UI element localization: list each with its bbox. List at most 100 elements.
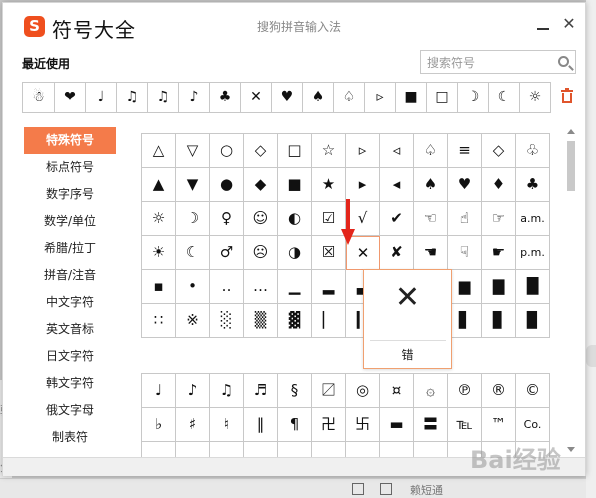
recent-symbol-cell[interactable]: ♫ [116, 83, 147, 112]
symbol-cell[interactable]: 卐 [346, 408, 380, 442]
symbol-cell[interactable]: ♫ [210, 374, 244, 408]
symbol-cell[interactable]: ¤ [380, 374, 414, 408]
symbol-cell[interactable]: ◎ [346, 374, 380, 408]
symbol-cell[interactable]: © [516, 374, 550, 408]
symbol-cell[interactable] [346, 442, 380, 457]
sidebar-item[interactable]: 俄文字母 [24, 397, 116, 424]
symbol-cell[interactable]: ♧ [516, 134, 550, 168]
search-box[interactable] [420, 50, 576, 74]
recent-symbol-cell[interactable]: ♣ [209, 83, 240, 112]
sidebar-item[interactable]: 韩文字符 [24, 370, 116, 397]
symbol-cell[interactable]: ▽ [176, 134, 210, 168]
symbol-cell[interactable]: a.m. [516, 202, 550, 236]
symbol-cell[interactable]: ♦ [482, 168, 516, 202]
symbol-cell[interactable]: ☚ [414, 236, 448, 270]
recent-symbol-cell[interactable]: ■ [395, 83, 426, 112]
symbol-cell[interactable]: ☀ [142, 236, 176, 270]
sidebar-item[interactable]: 希腊/拉丁 [24, 235, 116, 262]
sidebar-item[interactable]: 数字序号 [24, 181, 116, 208]
symbol-cell[interactable]: ☹ [244, 236, 278, 270]
symbol-cell[interactable]: ▒ [244, 304, 278, 338]
symbol-cell[interactable]: ♠ [414, 168, 448, 202]
close-button[interactable]: ✕ [560, 15, 578, 33]
symbol-cell[interactable]: █ [516, 270, 550, 304]
recent-symbol-cell[interactable]: ☼ [519, 83, 550, 112]
symbol-cell[interactable]: △ [142, 134, 176, 168]
symbol-cell[interactable]: • [176, 270, 210, 304]
symbol-cell[interactable]: ♯ [176, 408, 210, 442]
symbol-cell[interactable]: □ [278, 134, 312, 168]
recent-symbol-cell[interactable]: ❤ [54, 83, 85, 112]
symbol-cell[interactable]: ▇ [482, 270, 516, 304]
symbol-cell[interactable]: ▓ [278, 304, 312, 338]
symbol-cell[interactable] [380, 442, 414, 457]
symbol-cell[interactable]: ♂ [210, 236, 244, 270]
symbol-cell[interactable]: ◇ [244, 134, 278, 168]
symbol-cell[interactable]: ◐ [278, 202, 312, 236]
symbol-cell[interactable]: … [244, 270, 278, 304]
symbol-cell[interactable]: ∷ [142, 304, 176, 338]
symbol-cell[interactable]: ♤ [414, 134, 448, 168]
scroll-thumb[interactable] [567, 141, 575, 191]
symbol-cell[interactable]: ☆ [312, 134, 346, 168]
recent-symbol-cell[interactable]: ✕ [240, 83, 271, 112]
scrollbar[interactable] [566, 129, 576, 455]
symbol-cell[interactable] [244, 442, 278, 457]
search-icon[interactable] [558, 56, 569, 67]
symbol-cell[interactable]: ▏ [312, 304, 346, 338]
symbol-cell[interactable]: ░ [210, 304, 244, 338]
scroll-down-arrow-icon[interactable] [567, 447, 575, 452]
symbol-cell[interactable] [210, 442, 244, 457]
symbol-cell[interactable]: Co. [516, 408, 550, 442]
recent-symbol-cell[interactable]: ♪ [178, 83, 209, 112]
symbol-cell[interactable] [176, 442, 210, 457]
symbol-cell[interactable]: ☾ [176, 236, 210, 270]
sidebar-item[interactable]: 中文字符 [24, 289, 116, 316]
recent-symbol-cell[interactable]: ♥ [271, 83, 302, 112]
symbol-cell[interactable]: ☺ [244, 202, 278, 236]
trash-icon[interactable] [561, 88, 573, 103]
symbol-cell[interactable]: ™ [482, 408, 516, 442]
sidebar-item[interactable]: 标点符号 [24, 154, 116, 181]
recent-symbol-cell[interactable]: ☃ [23, 83, 54, 112]
symbol-cell[interactable]: ☛ [482, 236, 516, 270]
symbol-cell[interactable]: 卍 [312, 408, 346, 442]
sidebar-item[interactable]: 制表符 [24, 424, 116, 451]
recent-symbol-cell[interactable]: ☾ [488, 83, 519, 112]
symbol-cell[interactable]: ♥ [448, 168, 482, 202]
symbol-cell[interactable]: ▬ [380, 408, 414, 442]
symbol-cell[interactable]: ▉ [516, 304, 550, 338]
symbol-cell[interactable]: ■ [278, 168, 312, 202]
symbol-cell[interactable]: ۞ [414, 374, 448, 408]
scroll-up-arrow-icon[interactable] [567, 129, 575, 134]
sidebar-item[interactable]: 日文字符 [24, 343, 116, 370]
symbol-cell[interactable]: ▁ [278, 270, 312, 304]
symbol-cell[interactable]: ▆ [448, 270, 482, 304]
symbol-cell[interactable] [142, 442, 176, 457]
symbol-cell[interactable]: ♩ [142, 374, 176, 408]
symbol-cell[interactable]: ▪ [142, 270, 176, 304]
symbol-cell[interactable]: ☽ [176, 202, 210, 236]
symbol-cell[interactable]: ♮ [210, 408, 244, 442]
symbol-cell[interactable]: p.m. [516, 236, 550, 270]
symbol-cell[interactable]: ♬ [244, 374, 278, 408]
symbol-cell[interactable]: ♣ [516, 168, 550, 202]
sidebar-item[interactable]: 特殊符号 [24, 127, 116, 154]
symbol-cell[interactable]: ♀ [210, 202, 244, 236]
symbol-cell[interactable] [278, 442, 312, 457]
symbol-cell[interactable]: ♪ [176, 374, 210, 408]
symbol-cell[interactable]: ℗ [448, 374, 482, 408]
symbol-cell[interactable]: ◂ [380, 168, 414, 202]
symbol-cell[interactable]: ● [210, 168, 244, 202]
symbol-cell[interactable]: ‥ [210, 270, 244, 304]
symbol-cell[interactable]: ® [482, 374, 516, 408]
recent-symbol-cell[interactable]: ♫ [147, 83, 178, 112]
symbol-cell[interactable]: ▲ [142, 168, 176, 202]
symbol-cell[interactable]: ☜ [414, 202, 448, 236]
symbol-cell[interactable]: ○ [210, 134, 244, 168]
symbol-cell[interactable] [312, 442, 346, 457]
recent-symbol-cell[interactable]: □ [426, 83, 457, 112]
symbol-cell[interactable]: ◆ [244, 168, 278, 202]
symbol-cell[interactable]: ▼ [176, 168, 210, 202]
symbol-cell[interactable]: ¶ [278, 408, 312, 442]
